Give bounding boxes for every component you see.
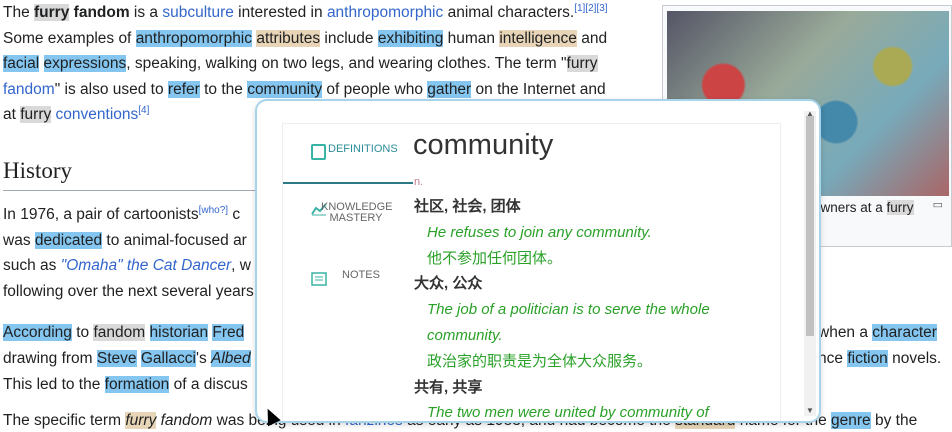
word-expressions[interactable]: expressions — [43, 55, 127, 72]
word-steve[interactable]: Steve — [96, 350, 137, 367]
article-line-7: was dedicated to animal-focused ar — [3, 232, 247, 249]
word-fiction[interactable]: fiction — [847, 350, 888, 367]
word-fred[interactable]: Fred — [212, 324, 245, 341]
enlarge-icon[interactable]: ▭ — [933, 198, 943, 211]
link-furry-fandom[interactable]: fandom — [3, 81, 55, 98]
popup-sidebar: DEFINITIONS KNOWLEDGE MASTERY NOTES — [283, 124, 413, 421]
notes-icon — [311, 272, 327, 286]
sense-1-translation: 社区, 社会, 团体 — [414, 198, 521, 215]
word-exhibiting[interactable]: exhibiting — [377, 30, 444, 47]
definitions-list: 社区, 社会, 团体 He refuses to join any commun… — [414, 194, 774, 422]
article-line-9: following over the next several years — [3, 283, 254, 300]
word-formation[interactable]: formation — [104, 376, 170, 393]
word-according[interactable]: According — [3, 324, 72, 341]
link-omaha[interactable]: "Omaha" the Cat Dancer — [61, 257, 231, 274]
word-fandom: fandom — [73, 4, 130, 21]
tab-knowledge-label: KNOWLEDGE MASTERY — [321, 201, 393, 224]
word-albedo[interactable]: Albed — [211, 350, 251, 367]
link-conventions[interactable]: conventions — [56, 106, 139, 123]
image-caption: owners at a furry — [813, 200, 914, 215]
word-attributes[interactable]: attributes — [256, 30, 321, 47]
tab-notes-label: NOTES — [342, 269, 380, 281]
word-furry-3[interactable]: furry — [20, 106, 52, 123]
article-line-2: Some examples of anthropomorphic attribu… — [3, 30, 608, 47]
headword: community — [413, 129, 554, 161]
active-tab-indicator — [283, 182, 413, 184]
tab-definitions-label: DEFINITIONS — [328, 143, 398, 155]
tab-knowledge-mastery[interactable]: KNOWLEDGE MASTERY — [283, 202, 413, 242]
article-line-5: at furry conventions[4] — [3, 104, 150, 123]
word-dedicated[interactable]: dedicated — [34, 232, 103, 249]
citation-who[interactable]: [who?] — [199, 205, 228, 216]
citation-refs[interactable]: [1][2][3] — [574, 3, 607, 14]
sense-2-translation: 大众, 公众 — [414, 275, 483, 293]
sense-3-example-en: The two men were united by community of — [427, 404, 709, 422]
word-character[interactable]: character — [872, 324, 937, 341]
sense-1-example-zh: 他不参加任何团体。 — [427, 249, 563, 267]
popup-scrollbar[interactable]: ▲ ▼ — [804, 109, 816, 416]
word-gallacci[interactable]: Gallacci — [140, 350, 196, 367]
word-historian[interactable]: historian — [149, 324, 209, 341]
word-genre[interactable]: genre — [831, 412, 871, 429]
sense-1-example-en: He refuses to join any community. — [427, 223, 652, 241]
link-anthropomorphic[interactable]: anthropomorphic — [327, 4, 443, 21]
word-intelligence[interactable]: intelligence — [499, 30, 577, 47]
article-line-11: drawing from Steve Gallacci's Albed — [3, 350, 251, 367]
word-furry-2[interactable]: furry — [566, 55, 598, 72]
citation-ref-4[interactable]: [4] — [138, 105, 149, 116]
popup-panel: DEFINITIONS KNOWLEDGE MASTERY NOTES comm… — [282, 123, 781, 422]
article-line-6: In 1976, a pair of cartoonists[who?] c — [3, 204, 241, 223]
tab-definitions[interactable]: DEFINITIONS — [283, 144, 413, 184]
word-furry-4[interactable]: furry — [125, 412, 157, 429]
article-line-4: fandom" is also used to refer to the com… — [3, 81, 606, 98]
word-community[interactable]: community — [247, 81, 323, 98]
word-fandom-2[interactable]: fandom — [93, 324, 146, 341]
scrollbar-thumb[interactable] — [806, 116, 814, 336]
article-line-11-right: nce fiction novels. — [818, 350, 942, 367]
word-fandom-3: fandom — [160, 412, 213, 429]
link-subculture[interactable]: subculture — [162, 4, 234, 21]
article-line-10-right: when a character — [818, 324, 937, 341]
part-of-speech: n. — [414, 176, 424, 188]
article-line-3: facial expressions, speaking, walking on… — [3, 55, 598, 72]
section-heading-history: History — [3, 158, 72, 183]
article-line-8: such as "Omaha" the Cat Dancer, w — [3, 257, 251, 274]
word-facial[interactable]: facial — [3, 55, 40, 72]
word-anthropomorphic[interactable]: anthropomorphic — [135, 30, 253, 47]
word-furry[interactable]: furry — [34, 4, 70, 21]
scroll-down-icon[interactable]: ▼ — [806, 406, 814, 415]
sense-2-example-zh: 政治家的职责是为全体大众服务。 — [427, 352, 653, 370]
book-icon — [311, 144, 326, 160]
sense-2-example-en: The job of a politician is to serve the … — [427, 301, 710, 344]
dictionary-popup: DEFINITIONS KNOWLEDGE MASTERY NOTES comm… — [255, 99, 821, 423]
tab-notes[interactable]: NOTES — [283, 270, 413, 290]
word-refer[interactable]: refer — [167, 81, 200, 98]
article-line-12: This led to the formation of a discus — [3, 376, 248, 393]
article-line-1: The furry fandom is a subculture interes… — [3, 2, 608, 21]
sense-3-translation: 共有, 共享 — [414, 378, 483, 396]
word-gather[interactable]: gather — [427, 81, 472, 98]
word-furry-caption[interactable]: furry — [886, 200, 914, 215]
article-line-10: According to fandom historian Fred — [3, 324, 245, 341]
